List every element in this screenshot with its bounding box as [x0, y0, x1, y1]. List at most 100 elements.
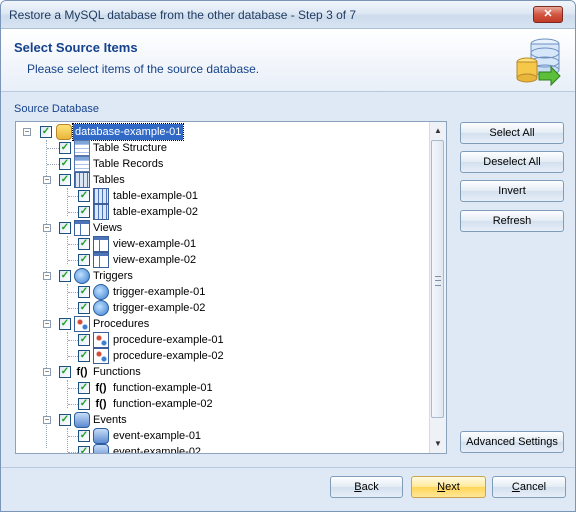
- tree-item[interactable]: ✓ trigger-example-02: [16, 300, 430, 316]
- checkbox[interactable]: ✓: [78, 286, 90, 298]
- tree-item[interactable]: ✓ event-example-02: [16, 444, 430, 453]
- tree-content: − ✓ database-example-01 ✓ Table Structur…: [16, 122, 430, 453]
- scroll-down-icon[interactable]: ▼: [431, 436, 445, 451]
- event-icon: [93, 444, 109, 453]
- scroll-up-icon[interactable]: ▲: [431, 123, 445, 138]
- function-icon: f(): [95, 398, 107, 410]
- checkbox[interactable]: ✓: [59, 270, 71, 282]
- back-label: ack: [361, 481, 379, 493]
- page-subtitle: Please select items of the source databa…: [27, 62, 260, 76]
- cancel-button[interactable]: Cancel: [492, 476, 566, 498]
- collapse-icon[interactable]: −: [43, 368, 51, 376]
- tree-item[interactable]: ✓ event-example-01: [16, 428, 430, 444]
- checkbox[interactable]: ✓: [59, 414, 71, 426]
- checkbox[interactable]: ✓: [78, 206, 90, 218]
- tree-group-label: Functions: [93, 366, 141, 378]
- tree-group-triggers[interactable]: − ✓ Triggers: [16, 268, 430, 284]
- tree-item-label: table-example-02: [113, 206, 198, 218]
- next-button[interactable]: Next: [411, 476, 486, 498]
- view-icon: [93, 252, 109, 268]
- tree-item-label: view-example-01: [113, 238, 197, 250]
- wizard-window: Restore a MySQL database from the other …: [0, 0, 576, 512]
- tree-root-label: database-example-01: [71, 123, 185, 141]
- next-mnemonic: N: [437, 481, 446, 493]
- checkbox[interactable]: ✓: [78, 254, 90, 266]
- scrollbar-thumb[interactable]: [431, 140, 444, 418]
- back-button[interactable]: Back: [330, 476, 403, 498]
- tree-item[interactable]: ✓ trigger-example-01: [16, 284, 430, 300]
- table-records-icon: [74, 156, 90, 172]
- tree-item[interactable]: ✓ table-example-01: [16, 188, 430, 204]
- tree-item[interactable]: ✓ procedure-example-01: [16, 332, 430, 348]
- wizard-header: Select Source Items Please select items …: [1, 29, 575, 92]
- tree-group-label: Events: [93, 414, 127, 426]
- collapse-icon[interactable]: −: [43, 272, 51, 280]
- tree-item-label: procedure-example-02: [113, 350, 224, 362]
- tree-item-label: event-example-01: [113, 430, 202, 442]
- tree-item[interactable]: ✓ view-example-02: [16, 252, 430, 268]
- checkbox[interactable]: ✓: [78, 190, 90, 202]
- tree-item-records[interactable]: ✓ Table Records: [16, 156, 430, 172]
- checkbox[interactable]: ✓: [59, 366, 71, 378]
- checkbox[interactable]: ✓: [78, 430, 90, 442]
- trigger-icon: [93, 300, 109, 316]
- checkbox[interactable]: ✓: [78, 302, 90, 314]
- invert-button[interactable]: Invert: [460, 180, 564, 202]
- tree-item[interactable]: ✓ table-example-02: [16, 204, 430, 220]
- checkbox[interactable]: ✓: [59, 174, 71, 186]
- tree-item[interactable]: ✓ f() function-example-01: [16, 380, 430, 396]
- tree-item[interactable]: ✓ f() function-example-02: [16, 396, 430, 412]
- tree-item[interactable]: ✓ procedure-example-02: [16, 348, 430, 364]
- checkbox[interactable]: ✓: [78, 398, 90, 410]
- event-icon: [74, 412, 90, 428]
- tree-item-label: trigger-example-02: [113, 302, 206, 314]
- trigger-icon: [93, 284, 109, 300]
- tree-item-structure[interactable]: ✓ Table Structure: [16, 140, 430, 156]
- checkbox[interactable]: ✓: [59, 142, 71, 154]
- vertical-scrollbar[interactable]: ▲ ▼: [429, 122, 446, 453]
- source-tree[interactable]: − ✓ database-example-01 ✓ Table Structur…: [15, 121, 447, 454]
- checkbox[interactable]: ✓: [59, 318, 71, 330]
- cancel-label: ancel: [519, 481, 547, 493]
- checkbox[interactable]: ✓: [78, 238, 90, 250]
- tree-group-label: Triggers: [93, 270, 133, 282]
- footer-divider: [1, 467, 575, 468]
- function-icon: f(): [95, 382, 107, 394]
- database-icon: [516, 38, 561, 87]
- collapse-icon[interactable]: −: [43, 224, 51, 232]
- view-icon: [93, 236, 109, 252]
- checkbox[interactable]: ✓: [78, 350, 90, 362]
- tree-root[interactable]: − ✓ database-example-01: [16, 123, 430, 141]
- tree-item-label: Table Structure: [93, 142, 167, 154]
- table-icon: [93, 204, 109, 220]
- checkbox[interactable]: ✓: [78, 446, 90, 453]
- checkbox[interactable]: ✓: [78, 334, 90, 346]
- tree-group-events[interactable]: − ✓ Events: [16, 412, 430, 428]
- source-database-label: Source Database: [14, 103, 99, 115]
- tree-group-views[interactable]: − ✓ Views: [16, 220, 430, 236]
- tree-group-functions[interactable]: − ✓ f() Functions: [16, 364, 430, 380]
- deselect-all-button[interactable]: Deselect All: [460, 151, 564, 173]
- refresh-button[interactable]: Refresh: [460, 210, 564, 232]
- tree-item-label: trigger-example-01: [113, 286, 206, 298]
- table-icon: [74, 172, 90, 188]
- back-mnemonic: B: [354, 481, 362, 493]
- collapse-icon[interactable]: −: [43, 320, 51, 328]
- collapse-icon[interactable]: −: [43, 416, 51, 424]
- tree-group-procedures[interactable]: − ✓ Procedures: [16, 316, 430, 332]
- select-all-button[interactable]: Select All: [460, 122, 564, 144]
- tree-item-label: Table Records: [93, 158, 164, 170]
- advanced-settings-button[interactable]: Advanced Settings: [460, 431, 564, 453]
- checkbox[interactable]: ✓: [59, 222, 71, 234]
- close-button[interactable]: ✕: [533, 6, 563, 23]
- tree-group-tables[interactable]: − ✓ Tables: [16, 172, 430, 188]
- tree-item-label: procedure-example-01: [113, 334, 224, 346]
- collapse-icon[interactable]: −: [23, 128, 31, 136]
- checkbox[interactable]: ✓: [78, 382, 90, 394]
- tree-group-label: Tables: [93, 174, 125, 186]
- tree-item-label: event-example-02: [113, 446, 202, 453]
- collapse-icon[interactable]: −: [43, 176, 51, 184]
- checkbox[interactable]: ✓: [59, 158, 71, 170]
- checkbox[interactable]: ✓: [40, 126, 52, 138]
- tree-item[interactable]: ✓ view-example-01: [16, 236, 430, 252]
